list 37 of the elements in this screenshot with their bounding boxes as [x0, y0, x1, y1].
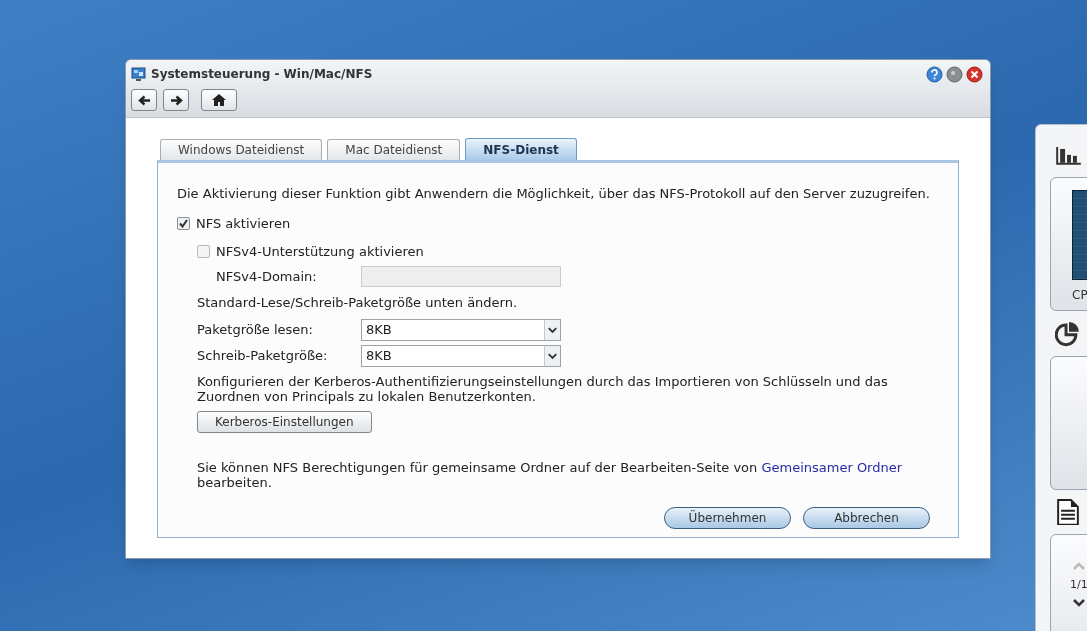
- field-label: Schreib-Paketgröße:: [197, 346, 329, 365]
- down-caret-icon[interactable]: [1072, 597, 1086, 607]
- home-icon: [212, 94, 226, 106]
- tab[interactable]: Mac Dateidienst: [327, 139, 461, 160]
- description-text: Die Aktivierung dieser Funktion gibt Anwendern die Möglichkeit, über das NFS-Protokoll auf den Server zuzugreifen.: [177, 185, 931, 202]
- control-panel-icon: [131, 66, 146, 82]
- document-icon[interactable]: [1057, 498, 1079, 526]
- cpu-label: CP: [1072, 286, 1087, 304]
- kerberos-settings-button[interactable]: Kerberos-Einstellungen: [197, 410, 372, 433]
- link[interactable]: Gemeinsamer Ordner: [761, 459, 903, 475]
- home-button[interactable]: [201, 89, 237, 111]
- pie-chart-icon[interactable]: [1055, 320, 1081, 347]
- back-button[interactable]: [131, 89, 157, 111]
- apply-button[interactable]: Übernehmen: [664, 507, 791, 529]
- dropdown[interactable]: 8KB: [361, 318, 561, 341]
- field-label: Paketgröße lesen:: [197, 320, 314, 339]
- checkbox-label: NFS aktivieren: [196, 215, 291, 233]
- tab[interactable]: Windows Dateidienst: [160, 139, 323, 160]
- right-arrow-icon: [169, 94, 183, 106]
- forward-button[interactable]: [163, 89, 189, 111]
- packet-size-note: Standard-Lese/Schreib-Paketgröße unten ändern.: [197, 294, 519, 312]
- permission-note: Sie können NFS Berechtigungen für gemeinsame Ordner auf der Bearbeiten-Seite von Gemeinsamer Ordner bearbeiten.: [197, 459, 904, 490]
- window-title: Systemsteuerung - Win/Mac/NFS: [151, 66, 373, 83]
- close-icon[interactable]: [966, 65, 983, 83]
- field-label: NFSv4-Domain:: [216, 267, 318, 286]
- checkbox[interactable]: [177, 217, 190, 231]
- tab[interactable]: NFS-Dienst: [465, 138, 577, 160]
- bar-chart-icon[interactable]: [1056, 147, 1082, 165]
- checkbox-label: NFSv4-Unterstützung aktivieren: [216, 242, 424, 261]
- minimize-icon[interactable]: [946, 65, 963, 83]
- kerberos-note: Konfigurieren der Kerberos-Authentifizierungseinstellungen durch das Importieren von Schlüsseln und das Zuordnen von Principals zu lokalen Benutzerkonten.: [197, 373, 889, 404]
- cancel-button[interactable]: Abbrechen: [803, 507, 930, 529]
- dropdown[interactable]: 8KB: [361, 344, 561, 367]
- help-icon[interactable]: [926, 65, 943, 83]
- checkbox[interactable]: [197, 244, 210, 258]
- left-arrow-icon: [137, 94, 151, 106]
- page-counter: 1/1: [1070, 577, 1087, 594]
